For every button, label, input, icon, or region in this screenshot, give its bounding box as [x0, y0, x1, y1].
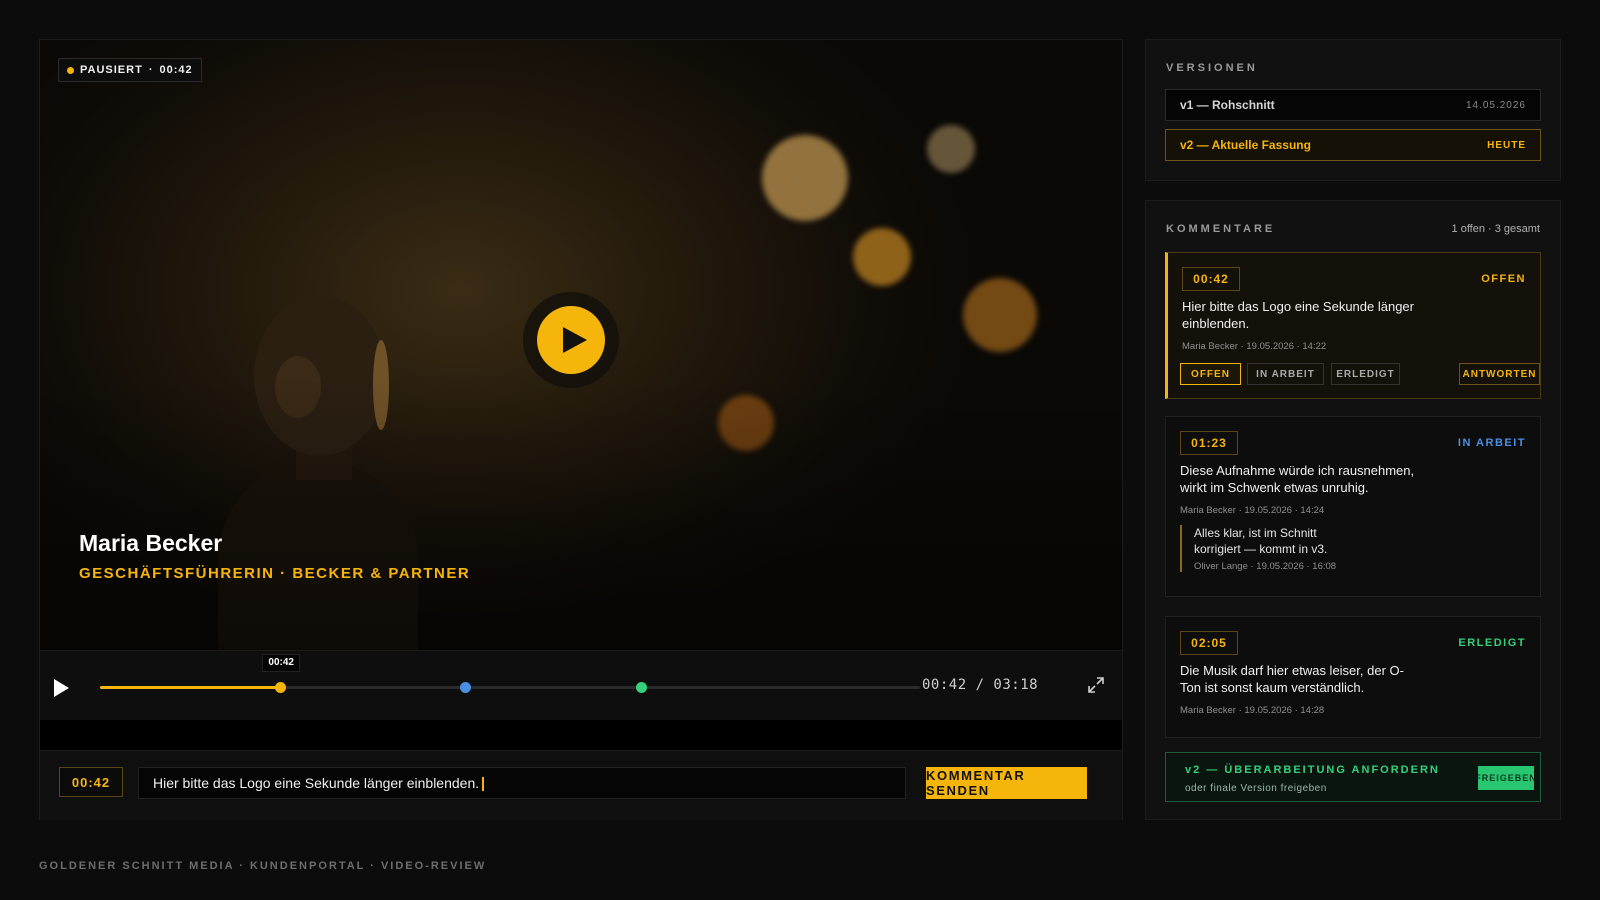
comment-composer: 00:42 Hier bitte das Logo eine Sekunde l… — [40, 750, 1122, 820]
send-comment-button[interactable]: KOMMENTAR SENDEN — [926, 767, 1087, 799]
comment-author: Maria Becker · 19.05.2026 · 14:28 — [1180, 705, 1325, 716]
comment-timecode[interactable]: 01:23 — [1180, 431, 1238, 455]
status-separator: · — [148, 64, 154, 76]
comment-text: Die Musik darf hier etwas leiser, der O-… — [1180, 663, 1404, 695]
lower-third-role: GESCHÄFTSFÜHRERIN · BECKER & PARTNER — [79, 565, 471, 582]
reply-text: Alles klar, ist im Schnitt korrigiert — … — [1194, 526, 1328, 556]
timeline-progress — [100, 686, 281, 689]
time-readout: 00:42 / 03:18 — [922, 677, 1039, 693]
comment-marker-done[interactable] — [636, 682, 648, 693]
status-done-button[interactable]: ERLEDIGT — [1331, 363, 1400, 385]
status-time: 00:42 — [159, 64, 193, 76]
reply-button[interactable]: ANTWORTEN — [1459, 363, 1540, 385]
play-icon — [537, 306, 605, 374]
play-icon[interactable] — [54, 679, 69, 697]
comment-author: Maria Becker · 19.05.2026 · 14:24 — [1180, 505, 1325, 516]
composer-timestamp[interactable]: 00:42 — [59, 767, 123, 797]
lower-third: Maria Becker GESCHÄFTSFÜHRERIN · BECKER … — [79, 530, 470, 582]
version-date: HEUTE — [1487, 139, 1526, 151]
text-caret — [482, 777, 485, 792]
version-item-v2[interactable]: v2 — Aktuelle Fassung HEUTE — [1165, 129, 1541, 161]
playback-status-badge: PAUSIERT · 00:42 — [58, 58, 202, 82]
comment-card[interactable]: 02:05 ERLEDIGT Die Musik darf hier etwas… — [1165, 616, 1541, 738]
video-player: PAUSIERT · 00:42 Maria Becker GESCHÄFTSF… — [39, 39, 1123, 820]
comment-text: Diese Aufnahme würde ich rausnehmen, wir… — [1180, 463, 1415, 495]
comment-card[interactable]: 00:42 OFFEN Hier bitte das Logo eine Sek… — [1165, 252, 1541, 399]
reply-author: Oliver Lange · 19.05.2026 · 16:08 — [1194, 561, 1337, 572]
status-badge: IN ARBEIT — [1457, 437, 1526, 449]
version-label: v2 — Aktuelle Fassung — [1180, 138, 1311, 152]
comment-author: Maria Becker · 19.05.2026 · 14:22 — [1182, 341, 1327, 352]
video-frame[interactable]: PAUSIERT · 00:42 Maria Becker GESCHÄFTSF… — [40, 40, 1122, 650]
comment-text: Hier bitte das Logo eine Sekunde länger … — [1182, 299, 1414, 331]
comment-reply: Alles klar, ist im Schnitt korrigiert — … — [1180, 525, 1480, 572]
footer-text: GOLDENER SCHNITT MEDIA · KUNDENPORTAL · … — [39, 860, 487, 872]
comment-input[interactable]: Hier bitte das Logo eine Sekunde länger … — [138, 767, 906, 799]
status-in-progress-button[interactable]: IN ARBEIT — [1247, 363, 1324, 385]
comments-count: 1 offen · 3 gesamt — [1451, 223, 1540, 235]
version-date: 14.05.2026 — [1465, 99, 1526, 111]
timeline-scrubber[interactable]: 00:42 — [100, 654, 920, 693]
approve-button[interactable]: FREIGEBEN — [1478, 766, 1534, 790]
fullscreen-icon[interactable] — [1086, 675, 1106, 695]
timeline-tooltip: 00:42 — [262, 654, 300, 672]
versions-panel: VERSIONEN v1 — Rohschnitt 14.05.2026 v2 … — [1145, 39, 1561, 181]
center-play-button[interactable] — [523, 292, 619, 388]
comment-timecode[interactable]: 02:05 — [1180, 631, 1238, 655]
comments-panel: KOMMENTARE 1 offen · 3 gesamt 00:42 OFFE… — [1145, 200, 1561, 820]
comment-marker-open[interactable] — [275, 682, 287, 693]
comment-timecode[interactable]: 00:42 — [1182, 267, 1240, 291]
status-badge: ERLEDIGT — [1458, 637, 1526, 649]
comment-card[interactable]: 01:23 IN ARBEIT Diese Aufnahme würde ich… — [1165, 416, 1541, 597]
comment-marker-in-progress[interactable] — [459, 682, 471, 693]
status-dot-icon — [67, 66, 74, 74]
player-controls: 00:42 00:42 / 03:18 — [40, 650, 1122, 720]
lower-third-name: Maria Becker — [79, 530, 223, 556]
divider — [40, 720, 1122, 750]
status-badge: OFFEN — [1481, 273, 1526, 285]
version-item-v1[interactable]: v1 — Rohschnitt 14.05.2026 — [1165, 89, 1541, 121]
revision-subtitle: oder finale Version freigeben — [1185, 783, 1327, 794]
revision-title: v2 — ÜBERARBEITUNG ANFORDERN — [1185, 764, 1440, 776]
version-label: v1 — Rohschnitt — [1180, 98, 1275, 112]
versions-title: VERSIONEN — [1166, 62, 1258, 74]
status-open-button[interactable]: OFFEN — [1180, 363, 1241, 385]
comment-input-value: Hier bitte das Logo eine Sekunde länger … — [153, 775, 480, 791]
comments-title: KOMMENTARE — [1166, 223, 1276, 235]
revision-request-box[interactable]: v2 — ÜBERARBEITUNG ANFORDERN oder finale… — [1165, 752, 1541, 802]
status-label: PAUSIERT — [80, 64, 143, 76]
